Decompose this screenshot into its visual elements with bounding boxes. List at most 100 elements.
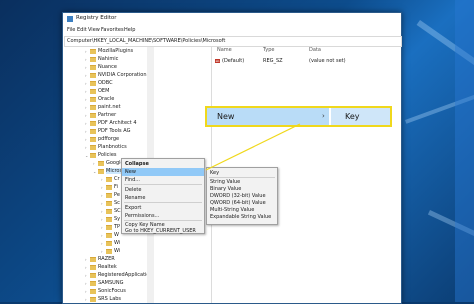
column-name[interactable]: Name <box>217 47 232 56</box>
tree-item[interactable]: › Oracle <box>85 96 114 104</box>
folder-icon <box>106 224 112 230</box>
tree-item[interactable]: › Realtek <box>85 264 117 272</box>
tree-item[interactable]: › Wi <box>101 240 120 248</box>
menu-help[interactable]: Help <box>124 27 135 33</box>
folder-icon <box>90 96 96 102</box>
menu-divider <box>124 202 202 203</box>
folder-icon <box>106 176 112 182</box>
submenu-item-expandable-string-value[interactable]: Expandable String Value <box>207 213 277 221</box>
tree-item[interactable]: › RegisteredApplication <box>85 272 153 280</box>
column-data[interactable]: Data <box>309 47 321 56</box>
tree-item[interactable]: › Sc <box>101 200 120 208</box>
menu-file[interactable]: File <box>67 27 75 33</box>
value-row-default[interactable]: ab (Default) <box>215 58 244 66</box>
folder-icon <box>98 160 104 166</box>
folder-icon <box>90 48 96 54</box>
menu-item-delete[interactable]: Delete <box>122 186 204 194</box>
folder-icon <box>90 136 96 142</box>
menu-favorites[interactable]: Favorites <box>101 27 124 33</box>
menu-item-permissions[interactable]: Permissions... <box>122 212 204 220</box>
tree-item[interactable]: › W <box>101 232 119 240</box>
folder-icon <box>90 64 96 70</box>
folder-icon <box>90 256 96 262</box>
menu-edit[interactable]: Edit <box>77 27 87 33</box>
folder-icon <box>90 272 96 278</box>
context-menu: Collapse New › Find... Delete Rename Expo… <box>121 158 205 234</box>
registry-app-icon <box>67 16 73 22</box>
tree-item[interactable]: › Nahimic <box>85 56 118 64</box>
folder-icon <box>90 296 96 302</box>
menu-item-go-to-hkcu[interactable]: Go to HKEY_CURRENT_USER <box>122 228 204 234</box>
tree-item[interactable]: › Wi <box>101 248 120 256</box>
tree-item[interactable]: › Planbnotics <box>85 144 127 152</box>
menu-item-find[interactable]: Find... <box>122 176 204 184</box>
address-path: Computer\HKEY_LOCAL_MACHINE\SOFTWARE\Pol… <box>67 38 226 44</box>
tree-item[interactable]: › SonicFocus <box>85 288 126 296</box>
tree-item[interactable]: › PDF Tools AG <box>85 128 130 136</box>
tree-item[interactable]: › ODBC <box>85 80 113 88</box>
folder-icon <box>106 240 112 246</box>
menu-item-new[interactable]: New › <box>122 168 204 176</box>
folder-icon <box>90 144 96 150</box>
submenu-arrow-icon: › <box>125 169 127 175</box>
menu-bar: File Edit View Favorites Help <box>63 26 401 35</box>
zoom-callout: New › Key <box>205 106 392 127</box>
tree-item[interactable]: › Sy <box>101 216 120 224</box>
folder-icon <box>106 216 112 222</box>
tree-item[interactable]: › pdfforge <box>85 136 119 144</box>
tree-item[interactable]: › SC <box>101 208 121 216</box>
menu-view[interactable]: View <box>88 27 100 33</box>
folder-icon <box>90 112 96 118</box>
folder-icon <box>90 152 96 158</box>
folder-icon <box>90 88 96 94</box>
callout-new-item: New <box>207 108 329 125</box>
new-submenu: Key String Value Binary Value DWORD (32-… <box>206 167 278 225</box>
menu-item-collapse[interactable]: Collapse <box>122 160 204 168</box>
tree-item[interactable]: › Fi <box>101 184 118 192</box>
menu-item-rename[interactable]: Rename <box>122 194 204 202</box>
tree-item[interactable]: › Cr <box>101 176 120 184</box>
folder-icon <box>106 232 112 238</box>
folder-icon <box>90 128 96 134</box>
address-bar[interactable]: Computer\HKEY_LOCAL_MACHINE\SOFTWARE\Pol… <box>64 36 402 47</box>
tree-item[interactable]: › Nuance <box>85 64 117 72</box>
tree-item-google[interactable]: › Google <box>93 160 124 168</box>
menu-divider <box>124 184 202 185</box>
tree-item[interactable]: › SAMSUNG <box>85 280 123 288</box>
folder-icon <box>106 200 112 206</box>
tree-item[interactable]: › paint.net <box>85 104 121 112</box>
tree-item[interactable]: › RAZER <box>85 256 115 264</box>
title-bar[interactable]: Registry Editor <box>63 13 401 25</box>
value-data: (value not set) <box>309 58 346 64</box>
folder-icon <box>90 264 96 270</box>
tree-item[interactable]: › TP <box>101 224 120 232</box>
window-title: Registry Editor <box>76 15 117 21</box>
tree-item[interactable]: › Partner <box>85 112 116 120</box>
submenu-item-key[interactable]: Key <box>207 169 277 177</box>
tree-item[interactable]: › NVIDIA Corporation <box>85 72 147 80</box>
menu-item-export[interactable]: Export <box>122 204 204 212</box>
folder-icon <box>90 56 96 62</box>
tree-item[interactable]: › Pe <box>101 192 120 200</box>
folder-icon <box>90 72 96 78</box>
string-value-icon: ab <box>215 58 220 63</box>
folder-icon <box>106 208 112 214</box>
value-type: REG_SZ <box>263 58 283 64</box>
folder-icon <box>90 288 96 294</box>
folder-icon <box>90 280 96 286</box>
folder-icon <box>98 168 104 174</box>
registry-editor-window: Registry Editor File Edit View Favorites… <box>62 12 402 304</box>
folder-icon <box>106 192 112 198</box>
tree-item-policies[interactable]: ⌄ Policies <box>85 152 117 160</box>
folder-icon <box>90 80 96 86</box>
folder-icon <box>106 248 112 254</box>
folder-icon <box>106 184 112 190</box>
callout-arrow-icon: › <box>322 112 325 120</box>
callout-key-item: Key <box>331 108 390 125</box>
column-type[interactable]: Type <box>263 47 274 56</box>
tree-item[interactable]: › PDF Architect 4 <box>85 120 137 128</box>
tree-item[interactable]: › MozillaPlugins <box>85 48 133 56</box>
tree-item[interactable]: › OEM <box>85 88 109 96</box>
windows-logo-pane <box>455 0 474 302</box>
folder-icon <box>90 120 96 126</box>
